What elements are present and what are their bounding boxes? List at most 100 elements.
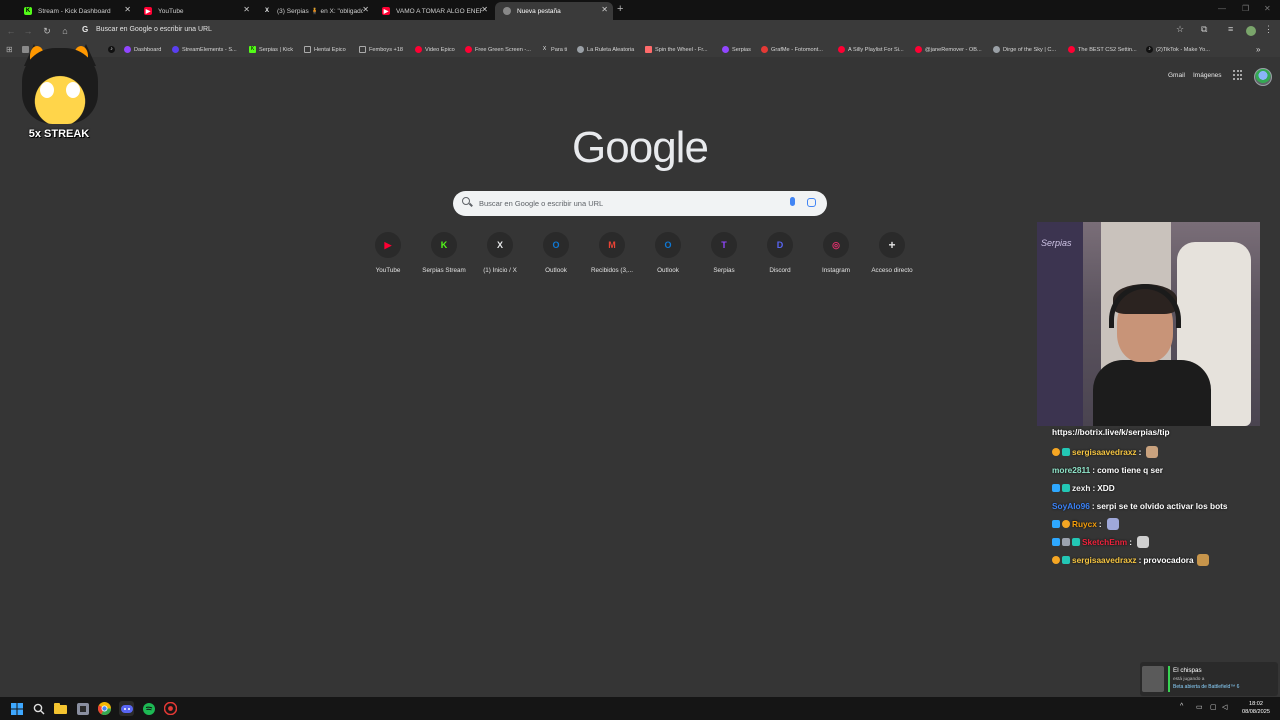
tab-youtube[interactable]: ▶ YouTube ✕ [136, 2, 255, 20]
bookmark-item[interactable]: Free Green Screen -... [465, 44, 531, 55]
address-bar[interactable]: G Buscar en Google o escribir una URL [76, 22, 1224, 40]
shortcut-instagram[interactable]: ◎ Instagram [808, 232, 864, 274]
bookmark-item[interactable]: The BEST CS2 Settin... [1068, 44, 1137, 55]
google-apps-icon[interactable] [1233, 70, 1243, 80]
bookmark-item[interactable]: ♪ [108, 44, 118, 55]
close-icon[interactable]: ✕ [601, 5, 608, 14]
bookmark-label: A Silly Playlist For Si... [848, 46, 904, 53]
search-box[interactable]: Buscar en Google o escribir una URL [453, 191, 827, 216]
bookmark-item[interactable]: GrafMe - Fotomont... [761, 44, 823, 55]
bookmark-item[interactable]: StreamElements - S... [172, 44, 237, 55]
search-placeholder: Buscar en Google o escribir una URL [479, 199, 604, 208]
chat-message: SketchEnm : [1052, 535, 1277, 548]
tab-title: Nueva pestaña [517, 7, 561, 15]
bookmark-label: Para ti [551, 46, 568, 53]
extensions-icon[interactable]: ⧉ [1201, 24, 1207, 35]
bookmark-item[interactable]: K Serpias | Kick [249, 44, 293, 55]
profile-avatar[interactable] [1246, 26, 1256, 36]
menu-icon[interactable]: ⋮ [1264, 24, 1273, 35]
emote-icon [1106, 517, 1119, 530]
chat-separator: : [1092, 482, 1096, 493]
close-icon[interactable]: ✕ [481, 5, 488, 14]
back-button[interactable]: ← [4, 24, 18, 38]
shortcut-outlook-2[interactable]: O Outlook [640, 232, 696, 274]
bookmark-item[interactable]: Dirge of the Sky | C... [993, 44, 1056, 55]
network-icon[interactable]: ▭ [1196, 703, 1203, 711]
shortcut-label: Discord [769, 267, 791, 274]
chat-separator: : [1138, 446, 1142, 457]
minimize-icon[interactable]: — [1218, 4, 1226, 13]
badge-icon [1062, 537, 1070, 546]
shortcut-x[interactable]: X (1) Inicio / X [472, 232, 528, 274]
system-clock[interactable]: 18:02 08/08/2025 [1236, 700, 1276, 716]
microphone-icon[interactable] [790, 197, 795, 206]
bookmark-item[interactable]: Dashboard [124, 44, 161, 55]
chat-text: como tiene q ser [1097, 464, 1163, 475]
bookmark-item[interactable]: Serpias [722, 44, 751, 55]
bookmark-label: Dashboard [134, 46, 162, 53]
shortcut-label: YouTube [375, 267, 401, 274]
tab-x-post[interactable]: X (3) Serpias 🧍 en X: "obligado ✕ [255, 2, 374, 20]
windows-start-icon[interactable] [9, 701, 24, 716]
bookmark-item[interactable]: A Silly Playlist For Si... [838, 44, 904, 55]
lens-icon[interactable] [807, 198, 816, 207]
taskbar: ^ ▭ ▢ ◁ 18:02 08/08/2025 [0, 697, 1280, 720]
shortcut-discord[interactable]: D Discord [752, 232, 808, 274]
chat-username: zexh [1072, 482, 1091, 493]
new-tab-button[interactable]: + [617, 3, 623, 15]
chat-message: zexh : XDD [1052, 481, 1277, 494]
streak-overlay: 5x STREAK [18, 44, 100, 144]
shortcut-serpias-stream[interactable]: K Serpias Stream [416, 232, 472, 274]
bookmark-item[interactable]: Spin the Wheel - Fr... [645, 44, 708, 55]
tab-kick-dashboard[interactable]: K Stream - Kick Dashboard ✕ [16, 2, 136, 20]
youtube-icon [915, 46, 922, 53]
monitor-icon[interactable]: ▢ [1210, 703, 1217, 711]
volume-icon[interactable]: ◁ [1222, 703, 1227, 711]
close-icon[interactable]: ✕ [243, 5, 250, 14]
search-icon[interactable] [31, 701, 46, 716]
tab-strip: K Stream - Kick Dashboard ✕ ▶ YouTube ✕ … [0, 0, 1280, 20]
tab-new-tab[interactable]: Nueva pestaña ✕ [495, 2, 613, 20]
file-explorer-icon[interactable] [53, 701, 68, 716]
chrome-red-icon[interactable] [163, 701, 178, 716]
reload-button[interactable]: ↻ [40, 24, 54, 38]
bookmark-item[interactable]: X Para ti [541, 44, 567, 55]
close-icon[interactable]: ✕ [124, 5, 131, 14]
more-bookmarks-icon[interactable]: » [1256, 44, 1260, 55]
youtube-icon [465, 46, 472, 53]
media-icon[interactable]: ≡ [1228, 24, 1233, 34]
images-link[interactable]: Imágenes [1193, 72, 1222, 79]
bookmark-item[interactable]: @janeRemover - OB... [915, 44, 982, 55]
bookmark-folder[interactable]: Hentai Epico [304, 44, 346, 55]
bookmark-star-icon[interactable]: ☆ [1176, 24, 1184, 35]
maximize-icon[interactable]: ❐ [1242, 4, 1249, 13]
badge-icon [1052, 447, 1060, 456]
tab-youtube-video[interactable]: ▶ VAMO A TOMAR ALGO ENERGI ✕ [374, 2, 493, 20]
discord-icon[interactable] [119, 701, 134, 716]
close-icon[interactable]: ✕ [362, 5, 369, 14]
chevron-up-icon[interactable]: ^ [1180, 703, 1183, 710]
shortcut-serpias[interactable]: T Serpias [696, 232, 752, 274]
forward-button[interactable]: → [21, 24, 35, 38]
bookmark-item[interactable]: Video Epico [415, 44, 455, 55]
close-window-icon[interactable]: ✕ [1264, 4, 1271, 13]
twitch-icon [124, 46, 131, 53]
bookmark-item[interactable]: La Ruleta Aleatoria [577, 44, 634, 55]
shortcut-outlook[interactable]: O Outlook [528, 232, 584, 274]
chrome-icon[interactable] [97, 701, 112, 716]
home-button[interactable]: ⌂ [58, 24, 72, 38]
spotify-icon[interactable] [141, 701, 156, 716]
bookmark-item[interactable]: ♪ (2)TikTok - Make Yo... [1146, 44, 1210, 55]
bookmark-folder[interactable]: Femboys +18 [359, 44, 403, 55]
gmail-link[interactable]: Gmail [1168, 72, 1185, 79]
bookmark-label: GrafMe - Fotomont... [771, 46, 823, 53]
account-avatar[interactable] [1254, 68, 1272, 86]
shortcut-gmail[interactable]: M Recibidos (3,... [584, 232, 640, 274]
apps-grid-icon[interactable]: ⊞ [6, 45, 13, 54]
plus-icon: + [879, 232, 905, 258]
shortcut-add[interactable]: + Acceso directo [864, 232, 920, 274]
discord-activity-notification[interactable]: El chispas está jugando a Beta abierta d… [1140, 662, 1278, 696]
emote-icon [1146, 445, 1159, 458]
shortcut-youtube[interactable]: ▶ YouTube [360, 232, 416, 274]
app-icon[interactable] [75, 701, 90, 716]
